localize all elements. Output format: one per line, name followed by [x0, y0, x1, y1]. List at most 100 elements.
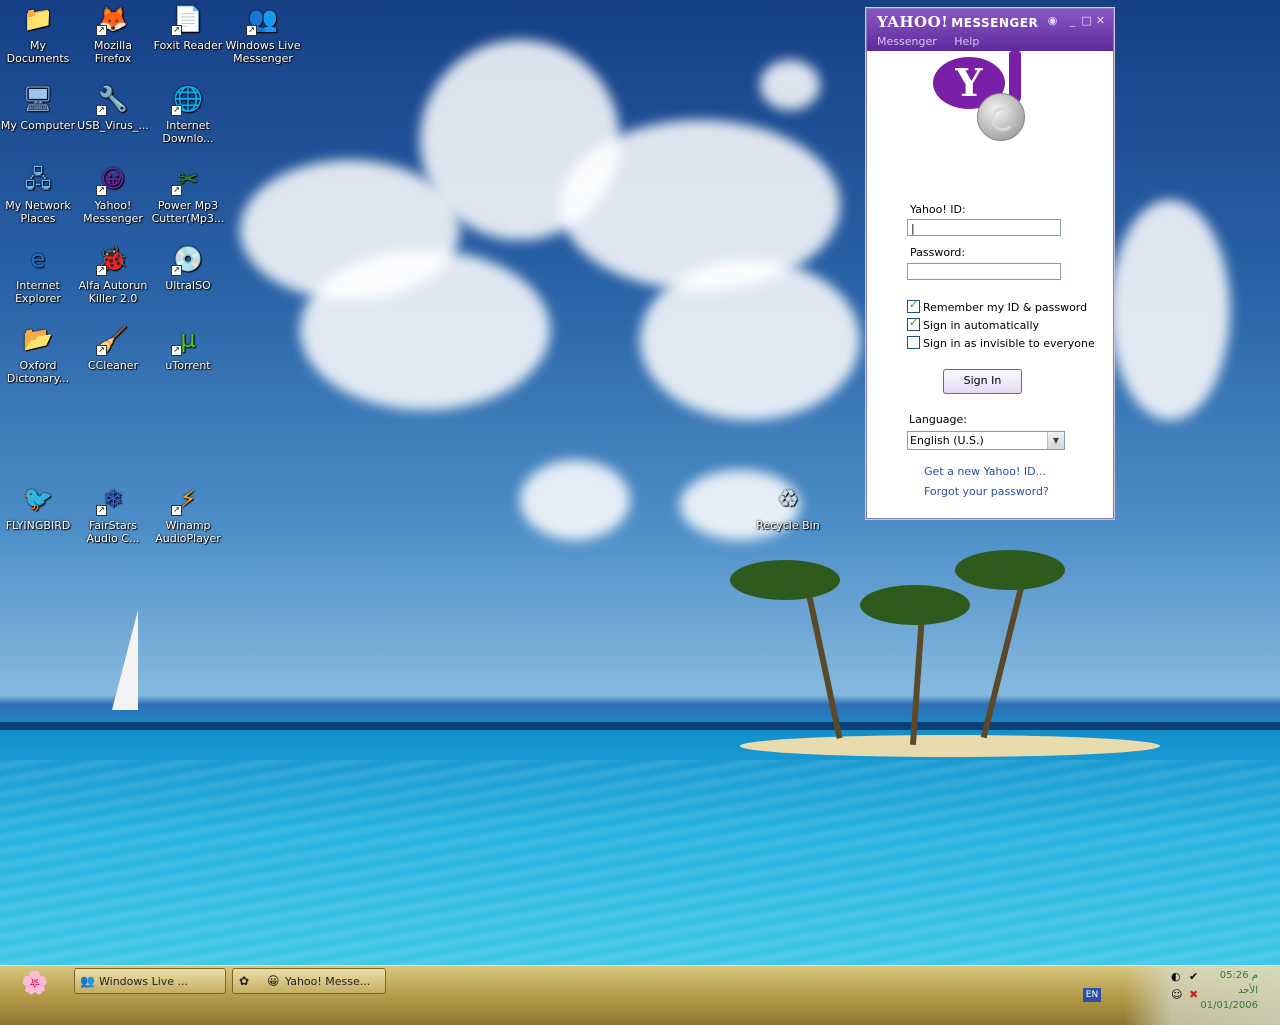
- shortcut-arrow-icon: ↗: [96, 105, 107, 116]
- winamp-audioplayer-icon: ⚡ ↗: [171, 482, 205, 516]
- usb-virus-icon: 🔧 ↗: [96, 82, 130, 116]
- oxford-dictonary-icon: 📂: [23, 325, 53, 353]
- desktop-icon-mozilla-firefox[interactable]: 🦊 ↗ Mozilla Firefox: [75, 2, 151, 65]
- desktop-icon-usb-virus[interactable]: 🔧 ↗ USB_Virus_...: [75, 82, 151, 132]
- login-panel: Y Yahoo! ID: | Password: Remember my ID …: [867, 51, 1113, 518]
- menu-help[interactable]: Help: [954, 35, 979, 48]
- desktop-icon-my-documents[interactable]: 📁 My Documents: [0, 2, 76, 65]
- taskbar-button-windows-live[interactable]: 👥 Windows Live ...: [74, 968, 226, 994]
- foxit-reader-icon: 📄 ↗: [171, 2, 205, 36]
- maximize-button[interactable]: □: [1081, 15, 1092, 26]
- invisible-checkbox[interactable]: [907, 336, 920, 349]
- shortcut-arrow-icon: ↗: [171, 105, 182, 116]
- desktop-icon-my-computer[interactable]: 🖥 My Computer: [0, 82, 76, 132]
- close-button[interactable]: ✕: [1095, 15, 1106, 26]
- shortcut-arrow-icon: ↗: [171, 185, 182, 196]
- tray-alert-icon[interactable]: ✖: [1189, 988, 1198, 1001]
- desktop-icon-label: CCleaner: [87, 359, 139, 372]
- desktop-icon-ccleaner[interactable]: 🧹 ↗ CCleaner: [75, 322, 151, 372]
- tray-app-icon[interactable]: ◐: [1171, 970, 1181, 983]
- desktop-icon-label: My Documents: [6, 39, 70, 65]
- yahoo-logo: Y: [933, 51, 1031, 141]
- auto-signin-checkbox[interactable]: [907, 316, 920, 331]
- my-computer-icon: 🖥: [22, 85, 54, 113]
- desktop-icon-oxford-dictonary[interactable]: 📂 Oxford Dictonary...: [0, 322, 76, 385]
- yahoo-messenger-window: YAHOO! MESSENGER ◉ _ □ ✕ Messenger Help Y…: [866, 8, 1114, 519]
- recycle-bin-icon: ♻: [777, 485, 799, 513]
- windows-live-messenger-icon: 👥 ↗: [246, 2, 280, 36]
- auto-signin-checkbox-row[interactable]: Sign in automatically: [907, 316, 1039, 332]
- desktop-icon-label: Foxit Reader: [153, 39, 223, 52]
- desktop-icon-internet-explorer[interactable]: e Internet Explorer: [0, 242, 76, 305]
- shortcut-arrow-icon: ↗: [171, 505, 182, 516]
- start-button[interactable]: 🌸: [6, 969, 64, 999]
- desktop-icon-windows-live-messenger[interactable]: 👥 ↗ Windows Live Messenger: [225, 2, 301, 65]
- taskbar: 🌸 👥 Windows Live ... ✿ 😀 Yahoo! Messe...…: [0, 965, 1280, 1025]
- desktop-icon-yahoo-messenger[interactable]: 😀 ↗ Yahoo! Messenger: [75, 162, 151, 225]
- desktop-icon-label: My Network Places: [5, 199, 71, 225]
- desktop-icon-ultraiso[interactable]: 💿 ↗ UltraISO: [150, 242, 226, 292]
- minimize-button[interactable]: _: [1067, 15, 1078, 26]
- language-select[interactable]: English (U.S.) ▼: [907, 431, 1065, 450]
- forgot-password-link[interactable]: Forgot your password?: [924, 485, 1049, 498]
- mozilla-firefox-icon: 🦊 ↗: [96, 2, 130, 36]
- desktop-icon-label: FairStars Audio C...: [86, 519, 140, 545]
- language-label: Language:: [909, 413, 967, 426]
- power-mp3-cutter-mp3-icon: ✂ ↗: [171, 162, 205, 196]
- palm-tree: [803, 581, 843, 739]
- desktop-icon-label: Winamp AudioPlayer: [155, 519, 221, 545]
- desktop-icon-power-mp3-cutter-mp3[interactable]: ✂ ↗ Power Mp3 Cutter(Mp3...: [150, 162, 226, 225]
- tray-yahoo-icon[interactable]: ☺: [1171, 988, 1182, 1001]
- desktop-icon-label: Alfa Autorun Killer 2.0: [78, 279, 148, 305]
- desktop-icon-label: Mozilla Firefox: [94, 39, 132, 65]
- desktop-icon-foxit-reader[interactable]: 📄 ↗ Foxit Reader: [150, 2, 226, 52]
- shortcut-arrow-icon: ↗: [96, 25, 107, 36]
- remember-checkbox[interactable]: [907, 298, 920, 313]
- password-input[interactable]: [907, 263, 1061, 280]
- desktop-icon-utorrent[interactable]: µ ↗ uTorrent: [150, 322, 226, 372]
- shortcut-arrow-icon: ↗: [171, 25, 182, 36]
- utorrent-icon: µ ↗: [171, 322, 205, 356]
- desktop-icon-my-network-places[interactable]: 🖧 My Network Places: [0, 162, 76, 225]
- password-label: Password:: [910, 246, 966, 259]
- clock[interactable]: 05:26 م الأحد 01/01/2006: [1200, 970, 1258, 1012]
- yahoo-id-input[interactable]: |: [907, 219, 1061, 236]
- language-indicator[interactable]: EN: [1083, 988, 1101, 1002]
- status-icon[interactable]: ◉: [1047, 15, 1058, 26]
- desktop-icon-fairstars-audio-c[interactable]: ❄ ↗ FairStars Audio C...: [75, 482, 151, 545]
- desktop-icon-label: FLYINGBIRD: [5, 519, 71, 532]
- invisible-checkbox-row[interactable]: Sign in as invisible to everyone: [907, 336, 1095, 350]
- fairstars-audio-c-icon: ❄ ↗: [96, 482, 130, 516]
- title-bar[interactable]: YAHOO! MESSENGER ◉ _ □ ✕ Messenger Help: [867, 9, 1113, 51]
- new-id-link[interactable]: Get a new Yahoo! ID...: [924, 465, 1046, 478]
- desktop-icon-label: Internet Explorer: [15, 279, 61, 305]
- tray-network-icon[interactable]: ✔: [1189, 970, 1198, 983]
- desktop-icon-label: uTorrent: [165, 359, 211, 372]
- yahoo-messenger-icon: 😀 ↗: [96, 162, 130, 196]
- desktop-icon-label: Windows Live Messenger: [225, 39, 301, 65]
- ccleaner-icon: 🧹 ↗: [96, 322, 130, 356]
- shortcut-arrow-icon: ↗: [171, 265, 182, 276]
- taskbar-button-yahoo[interactable]: ✿ 😀 Yahoo! Messe...: [232, 968, 386, 994]
- desktop-icon-label: Yahoo! Messenger: [83, 199, 143, 225]
- chevron-down-icon[interactable]: ▼: [1047, 432, 1064, 449]
- shortcut-arrow-icon: ↗: [171, 345, 182, 356]
- desktop-icon-alfa-autorun-killer-2-0[interactable]: 🐞 ↗ Alfa Autorun Killer 2.0: [75, 242, 151, 305]
- sailboat: [112, 610, 138, 710]
- shortcut-arrow-icon: ↗: [96, 265, 107, 276]
- internet-downlo-icon: 🌐 ↗: [171, 82, 205, 116]
- sign-in-button[interactable]: Sign In: [943, 369, 1022, 394]
- desktop-icon-label: Power Mp3 Cutter(Mp3...: [151, 199, 225, 225]
- messenger-icon: 👥: [80, 974, 95, 988]
- desktop-icon-label: USB_Virus_...: [77, 119, 149, 132]
- desktop-icon-winamp-audioplayer[interactable]: ⚡ ↗ Winamp AudioPlayer: [150, 482, 226, 545]
- island: [740, 735, 1160, 757]
- app-brand: YAHOO! MESSENGER: [877, 13, 1039, 31]
- remember-checkbox-row[interactable]: Remember my ID & password: [907, 298, 1087, 314]
- desktop-icon-label: Internet Downlo...: [162, 119, 214, 145]
- menu-messenger[interactable]: Messenger: [877, 35, 937, 48]
- desktop-icon-internet-downlo[interactable]: 🌐 ↗ Internet Downlo...: [150, 82, 226, 145]
- internet-explorer-icon: e: [30, 245, 46, 273]
- desktop-icon-recycle-bin[interactable]: ♻ Recycle Bin: [750, 482, 826, 532]
- desktop-icon-flyingbird[interactable]: 🐦 FLYINGBIRD: [0, 482, 76, 532]
